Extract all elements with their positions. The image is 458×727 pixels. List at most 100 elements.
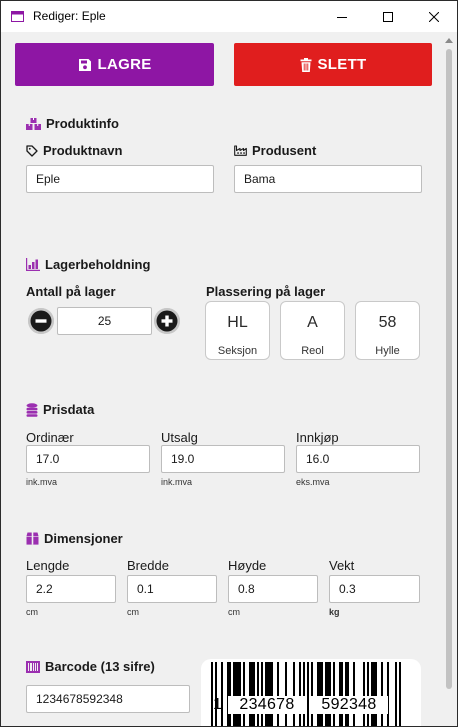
barcode-guard-bar [215, 662, 217, 726]
plus-icon [154, 308, 180, 334]
delete-button[interactable]: SLETT [234, 43, 432, 86]
ordinaer-price-input[interactable]: 17.0 [26, 445, 150, 473]
floppy-disk-icon [78, 58, 91, 71]
barcode-bar [271, 662, 273, 726]
placement-seksjon-label: Seksjon [217, 345, 258, 357]
bredde-input[interactable]: 0.1 [127, 575, 217, 603]
barcode-guard-bar [211, 662, 213, 726]
barcode-bar [299, 662, 301, 726]
barcode-bar [311, 662, 313, 726]
section-prisdata: Prisdata [26, 402, 94, 417]
hoyde-unit: cm [228, 607, 240, 617]
barcode-icon [26, 660, 40, 673]
barcode-bar [339, 662, 341, 726]
decrement-button[interactable] [28, 308, 54, 334]
barcode-digit-first: 1 [213, 696, 222, 713]
placement-hylle-label: Hylle [375, 345, 400, 357]
window-icon [11, 11, 24, 22]
barcode-bar [235, 662, 237, 726]
barcode-digits-left: 234678 [228, 696, 306, 714]
barcode-bar [387, 662, 389, 726]
window-title: Rediger: Eple [33, 9, 106, 23]
vekt-input[interactable]: 0.3 [329, 575, 420, 603]
warehouse-chart-icon [26, 258, 40, 271]
barcode-bar [277, 662, 279, 726]
barcode-bar [267, 662, 269, 726]
innkjop-price-input[interactable]: 16.0 [296, 445, 420, 473]
hoyde-input[interactable]: 0.8 [228, 575, 318, 603]
barcode-bar [227, 662, 229, 726]
barcode-bar [353, 662, 355, 726]
placement-reol-label: Reol [301, 345, 324, 357]
vekt-label: Vekt [329, 558, 355, 573]
vekt-unit: kg [329, 607, 340, 617]
barcode-bar [321, 662, 323, 726]
tag-icon [26, 144, 38, 157]
barcode-bar [269, 662, 271, 726]
barcode-bar [221, 662, 223, 726]
quantity-stepper-input[interactable]: 25 [57, 307, 152, 335]
antall-label: Antall på lager [26, 284, 116, 299]
close-icon [429, 11, 439, 22]
barcode-guard-bar [395, 662, 397, 726]
utsalg-hint: ink.mva [161, 477, 193, 487]
produsent-input[interactable]: Bama [234, 165, 422, 193]
barcode-bar [243, 662, 245, 726]
utsalg-price-input[interactable]: 19.0 [161, 445, 285, 473]
barcode-bar [363, 662, 365, 726]
barcode-bar [285, 662, 287, 726]
barcode-bar [373, 662, 375, 726]
barcode-bar [325, 662, 327, 726]
barcode-bar [251, 662, 253, 726]
section-barcode: Barcode (13 sifre) [26, 659, 155, 674]
close-button[interactable] [411, 1, 457, 32]
placement-hylle-field[interactable]: 58 Hylle [355, 301, 420, 360]
maximize-icon [383, 11, 393, 22]
placement-reol-value: A [307, 314, 318, 331]
boxes-icon [26, 117, 41, 130]
placement-reol-field[interactable]: A Reol [280, 301, 345, 360]
barcode-guard-bar [303, 662, 305, 726]
barcode-bar [341, 662, 343, 726]
barcode-bar [327, 662, 329, 726]
trash-icon [300, 57, 311, 72]
lengde-label: Lengde [26, 558, 70, 573]
barcode-bar [317, 662, 319, 726]
barcode-bar [329, 662, 331, 726]
barcode-guard-bar [399, 662, 401, 726]
lengde-input[interactable]: 2.2 [26, 575, 116, 603]
barcode-bar [367, 662, 369, 726]
section-dimensjoner: Dimensjoner [26, 531, 123, 546]
vertical-scrollbar[interactable] [441, 32, 457, 726]
barcode-bar [319, 662, 321, 726]
minimize-button[interactable] [319, 1, 365, 32]
ordinaer-label: Ordinær [26, 430, 74, 445]
barcode-image [211, 662, 401, 726]
scroll-thumb[interactable] [446, 49, 452, 689]
barcode-bar [239, 662, 241, 726]
produktnavn-label: Produktnavn [26, 143, 122, 158]
bredde-unit: cm [127, 607, 139, 617]
barcode-bar [371, 662, 373, 726]
title-bar: Rediger: Eple [1, 1, 457, 32]
produktnavn-input[interactable]: Eple [26, 165, 214, 193]
section-title-text: Prisdata [43, 402, 95, 417]
section-produktinfo: Produktinfo [26, 116, 119, 131]
barcode-bar [261, 662, 263, 726]
barcode-bar [375, 662, 377, 726]
placement-seksjon-value: HL [227, 314, 248, 331]
delete-label: SLETT [317, 56, 367, 73]
placement-seksjon-field[interactable]: HL Seksjon [205, 301, 270, 360]
scroll-up-arrow-icon[interactable] [445, 38, 453, 43]
section-title-text: Lagerbeholdning [45, 257, 151, 272]
ordinaer-hint: ink.mva [26, 477, 58, 487]
section-title-text: Barcode (13 sifre) [45, 659, 155, 674]
save-button[interactable]: LAGRE [15, 43, 214, 86]
maximize-button[interactable] [365, 1, 411, 32]
barcode-bar [293, 662, 295, 726]
barcode-input[interactable]: 1234678592348 [26, 685, 190, 713]
produktnavn-label-text: Produktnavn [43, 143, 123, 158]
barcode-bar [253, 662, 255, 726]
placement-hylle-value: 58 [378, 314, 397, 331]
increment-button[interactable] [154, 308, 180, 334]
